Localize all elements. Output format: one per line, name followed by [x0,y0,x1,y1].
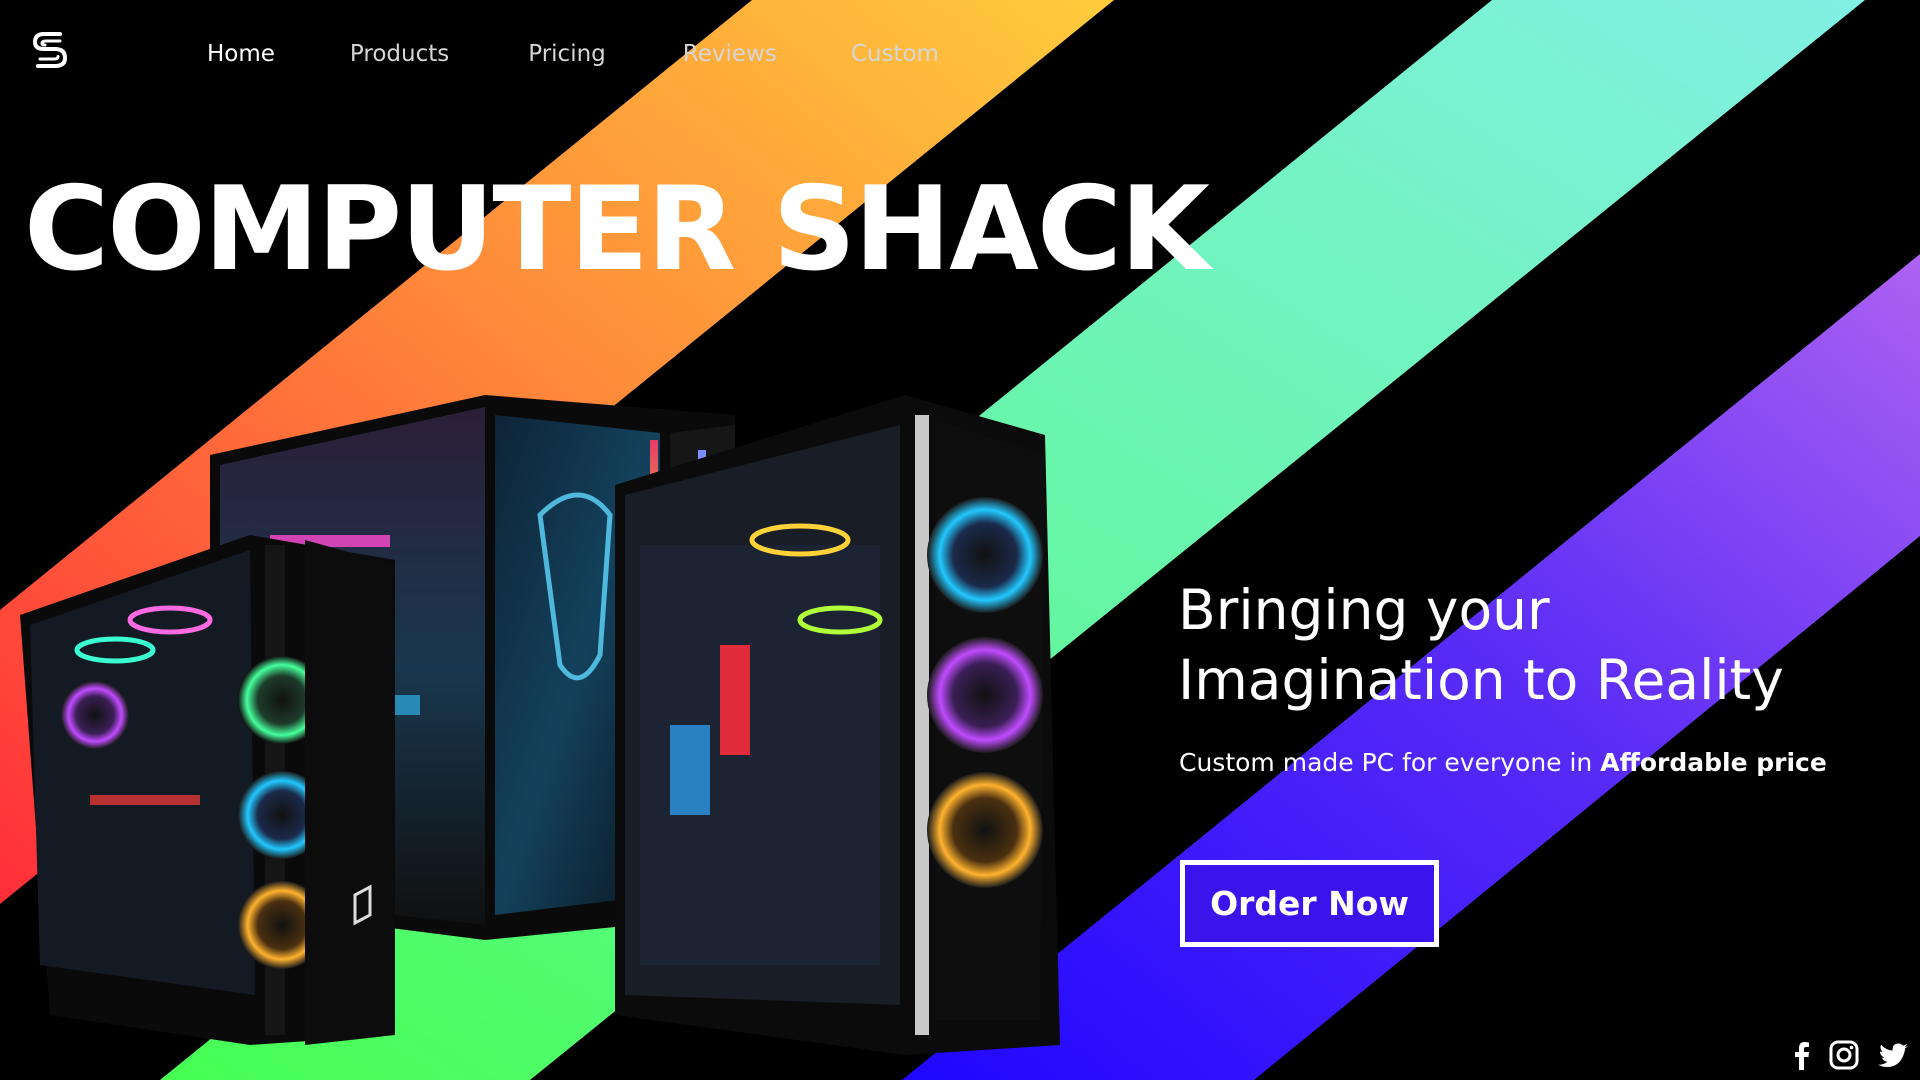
page-title: COMPUTER SHACK [24,162,1210,297]
nav-item-custom[interactable]: Custom [851,36,939,72]
instagram-icon[interactable] [1829,1040,1859,1070]
hero-subtext: Custom made PC for everyone in Affordabl… [1179,748,1827,777]
subtext-highlight: Affordable price [1600,748,1827,777]
nav-item-pricing[interactable]: Pricing [528,36,606,72]
nav-item-products[interactable]: Products [350,36,449,72]
tagline-line-2: Imagination to Reality [1178,648,1784,712]
hero-tagline: Bringing your Imagination to Reality [1178,575,1878,715]
subtext-prefix: Custom made PC for everyone in [1179,748,1601,777]
pc-case-right [615,395,1060,1055]
nav-item-home[interactable]: Home [207,36,275,72]
pc-case-left [20,535,395,1045]
s-logo-icon[interactable] [30,28,70,72]
twitter-icon[interactable] [1877,1040,1909,1070]
tagline-line-1: Bringing your [1178,578,1550,642]
gaming-pc-cases-image [20,395,1060,1055]
facebook-icon[interactable] [1791,1040,1811,1070]
order-now-button[interactable]: Order Now [1180,860,1439,947]
nav-item-reviews[interactable]: Reviews [683,36,777,72]
main-nav: Home Products Pricing Reviews Custom [207,36,939,72]
